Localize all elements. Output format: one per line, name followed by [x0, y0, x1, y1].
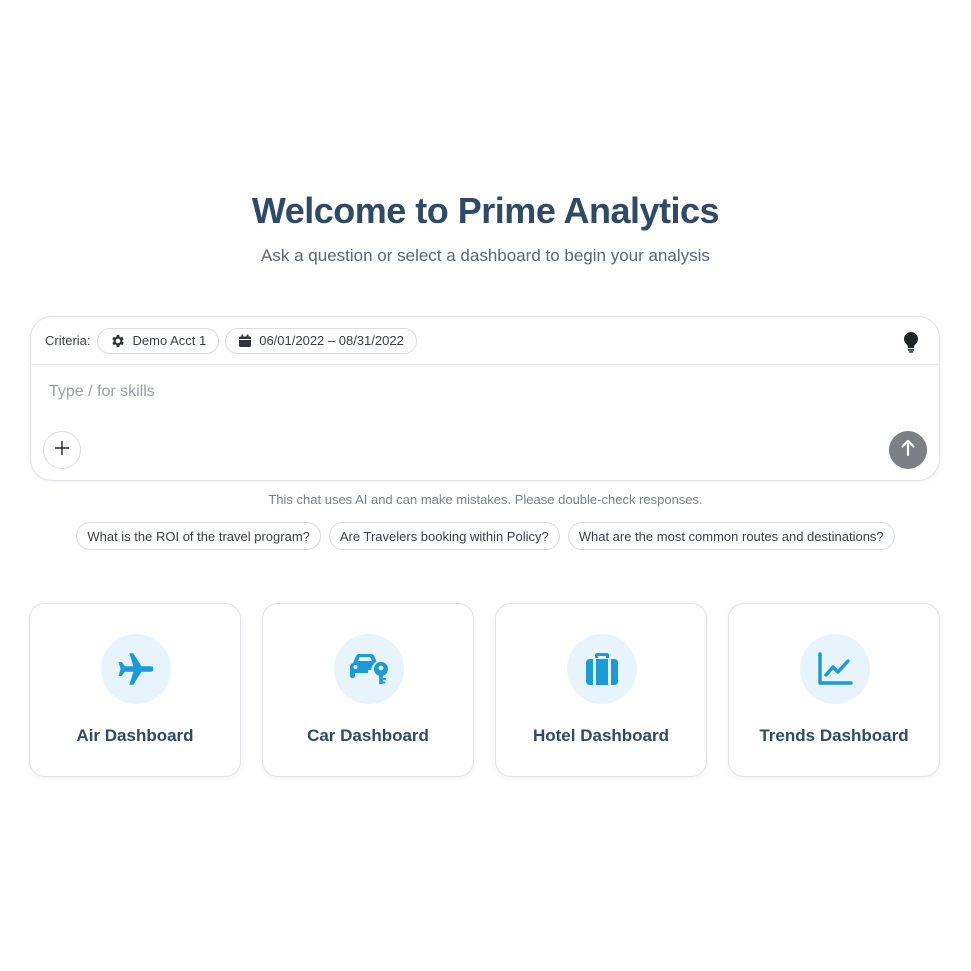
criteria-bar: Criteria: Demo Acct 1 06/01/2022 – 08/31…: [31, 317, 939, 365]
suggestion-chip[interactable]: What are the most common routes and dest…: [567, 522, 895, 550]
trend-chart-icon: [800, 634, 870, 704]
air-dashboard-card[interactable]: Air Dashboard: [29, 603, 241, 777]
criteria-label: Criteria:: [45, 333, 91, 348]
gear-icon: [110, 333, 126, 349]
date-range-chip[interactable]: 06/01/2022 – 08/31/2022: [225, 327, 417, 354]
suggestion-list: What is the ROI of the travel program? A…: [0, 522, 971, 550]
suggestion-chip[interactable]: What is the ROI of the travel program?: [76, 522, 321, 550]
add-attachment-button[interactable]: [43, 431, 81, 469]
date-range-label: 06/01/2022 – 08/31/2022: [259, 333, 404, 348]
send-button[interactable]: [889, 431, 927, 469]
chat-box: Criteria: Demo Acct 1 06/01/2022 – 08/31…: [30, 316, 940, 481]
trends-dashboard-card[interactable]: Trends Dashboard: [728, 603, 940, 777]
page-title: Welcome to Prime Analytics: [251, 190, 720, 231]
luggage-icon: [567, 634, 637, 704]
air-dashboard-label: Air Dashboard: [76, 726, 194, 745]
hotel-dashboard-label: Hotel Dashboard: [532, 726, 670, 745]
car-dashboard-card[interactable]: Car Dashboard: [262, 603, 474, 777]
hotel-dashboard-card[interactable]: Hotel Dashboard: [495, 603, 707, 777]
car-dashboard-label: Car Dashboard: [307, 726, 429, 745]
suggestion-chip[interactable]: Are Travelers booking within Policy?: [328, 522, 560, 550]
calendar-icon: [238, 334, 252, 348]
plus-icon: [54, 440, 70, 461]
welcome-page: Welcome to Prime Analytics Ask a questio…: [0, 0, 971, 971]
ai-disclaimer: This chat uses AI and can make mistakes.…: [268, 492, 703, 507]
chat-input[interactable]: [49, 379, 869, 405]
trends-dashboard-label: Trends Dashboard: [759, 726, 909, 745]
account-chip-label: Demo Acct 1: [132, 333, 207, 348]
account-chip[interactable]: Demo Acct 1: [96, 327, 220, 354]
page-subtitle: Ask a question or select a dashboard to …: [261, 246, 710, 265]
dashboard-cards: Air Dashboard Car Dashboard Hotel Dashbo…: [29, 603, 940, 777]
arrow-up-icon: [900, 439, 916, 462]
lightbulb-icon[interactable]: [901, 331, 921, 353]
car-key-icon: [334, 634, 404, 704]
airplane-icon: [101, 634, 171, 704]
